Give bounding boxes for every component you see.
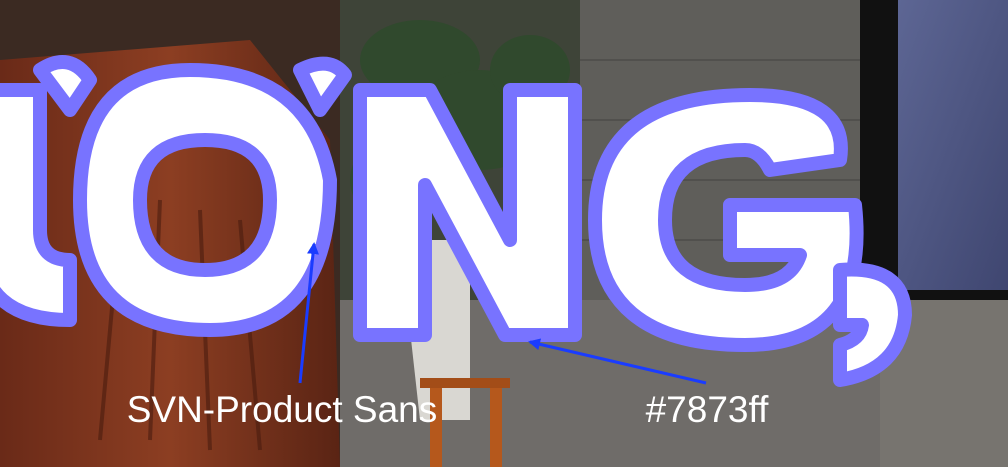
font-name-label: SVN-Product Sans — [127, 389, 438, 430]
annotated-photo: SVN-Product Sans #7873ff — [0, 0, 1008, 467]
color-code-label: #7873ff — [646, 389, 769, 430]
